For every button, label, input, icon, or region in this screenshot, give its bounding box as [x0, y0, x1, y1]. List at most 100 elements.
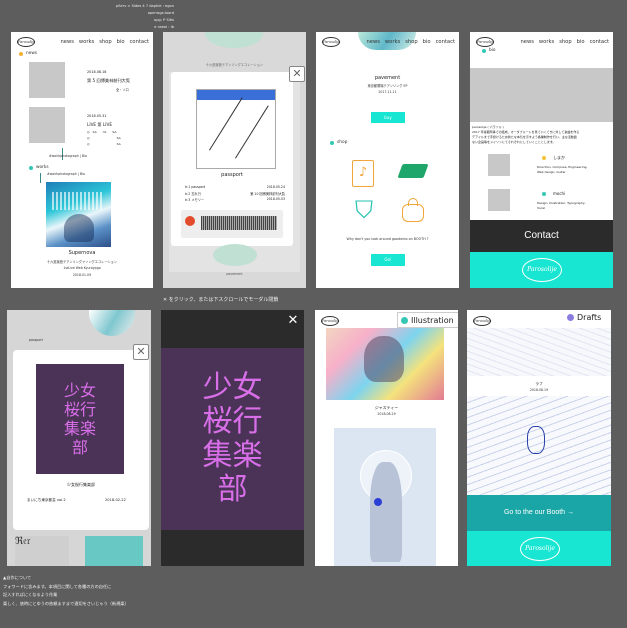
note-line: フォワードに含みます。本項目に関して各種の方の自任に [3, 583, 112, 589]
news-sub: 全・ソロ [116, 88, 129, 92]
screen-album-modal: 十六進楽音テアンリングエコレーション passport tr.1 passpor… [163, 32, 306, 288]
nav-contact[interactable]: contact [130, 39, 149, 45]
contact-button[interactable]: Contact [470, 220, 613, 252]
bio-text: parosolije ( パラソル ) 2017 年楽都所等での結成。オーダブル… [472, 125, 611, 145]
nav: news works shop bio contact [366, 39, 455, 45]
shirt-icon[interactable]: ⛉ [352, 198, 376, 222]
news-title[interactable]: 第 5 回博美林創刊大覧 [87, 78, 130, 84]
nav-works[interactable]: works [79, 39, 94, 45]
draft-sketch [527, 426, 545, 454]
thumb-art[interactable] [85, 536, 143, 566]
footer: Parosolije [470, 252, 613, 288]
category-label: Illustration [411, 315, 454, 325]
footer-logo[interactable]: Parosolije [522, 258, 562, 282]
zine-modal: 少女桜行集楽部 少女桜行集楽部 まいにち東京都芸 vol.2 2018-02-2… [13, 350, 149, 530]
zine-cover-title: 少女桜行集楽部 [63, 381, 96, 457]
draft-1[interactable] [467, 328, 611, 376]
music-icon[interactable]: ♪ [352, 160, 374, 187]
logo[interactable]: Parosolije [476, 37, 494, 47]
draft-2[interactable] [467, 396, 611, 496]
bg-label: passport [29, 338, 43, 342]
footer-logo[interactable]: Parosolije [520, 537, 560, 561]
logo[interactable]: Parosolije [17, 37, 35, 47]
thumb-art[interactable]: ℜ𝔢𝔯 [15, 536, 69, 566]
logo[interactable]: Parosolije [322, 37, 340, 47]
nav-bio[interactable]: bio [117, 39, 125, 45]
release-subtitle: 東京都開場テアンリング EP [367, 84, 408, 88]
draft-caption: ラフ [535, 381, 543, 386]
work-cover[interactable] [46, 182, 111, 247]
shop-label: shop [337, 140, 348, 145]
screen-home: Parosolije news works shop bio contact n… [11, 32, 153, 288]
zine-date: 2018-02-22 [105, 498, 126, 502]
close-icon[interactable]: ✕ [289, 66, 305, 82]
audio-player[interactable] [181, 210, 283, 238]
nav-news[interactable]: news [366, 39, 379, 45]
nav-news[interactable]: news [60, 39, 73, 45]
zine-cover: 少女桜行集楽部 [36, 364, 124, 474]
category-tab[interactable]: Drafts [567, 313, 601, 322]
member-avatar [488, 154, 510, 176]
go-button[interactable]: Go! [371, 254, 405, 266]
bg-label: pavement [226, 272, 243, 276]
works-tag[interactable]: #woirkphotograph | Bio [47, 172, 85, 176]
nav-contact[interactable]: contact [436, 39, 455, 45]
category-label: Drafts [577, 313, 602, 322]
play-icon[interactable] [185, 216, 195, 226]
track-list: tr.1 passport 2018.05.24 tr.2 忘れ行第 10 回博美… [185, 185, 285, 203]
news-date: 2018.05.31 [87, 114, 107, 118]
meta-line: pServ > Sides 4 7 daphie : egon [115, 4, 174, 8]
booth-button[interactable]: Go to the our Booth → [467, 495, 611, 531]
book-icon[interactable] [397, 164, 429, 178]
news-tag[interactable]: #woirkphotograph | Bio [49, 154, 87, 158]
header: Parosolije news works shop bio contact [316, 32, 459, 49]
nav-bio[interactable]: bio [577, 39, 585, 45]
bio-image [470, 68, 613, 122]
close-icon[interactable]: ✕ [133, 344, 149, 360]
nav-shop[interactable]: shop [405, 39, 417, 45]
cover-line [209, 97, 243, 151]
nav-shop[interactable]: shop [559, 39, 571, 45]
logo[interactable]: Parosolije [321, 316, 339, 326]
meta-line: e nseoi : Ib [154, 25, 174, 29]
news-row: ◎ SA [87, 136, 121, 140]
illustration-title: ジャスティー [374, 405, 399, 410]
draft-date: 2018.08.19 [529, 388, 549, 392]
nav-works[interactable]: works [385, 39, 400, 45]
nav-bio[interactable]: bio [423, 39, 431, 45]
illustration-2[interactable] [334, 428, 436, 566]
category-tab[interactable]: Illustration [397, 312, 458, 328]
footer: Parosolije [467, 531, 611, 566]
member-avatar [488, 189, 510, 211]
illustration-figure [364, 336, 404, 382]
screen-illustration: Parosolije Illustration ジャスティー 2018.08.2… [315, 310, 458, 566]
waveform[interactable] [201, 216, 277, 230]
news-row: ◎ SA [87, 142, 121, 146]
nav-works[interactable]: works [539, 39, 554, 45]
nav-contact[interactable]: contact [590, 39, 609, 45]
close-icon[interactable]: ✕ [286, 314, 300, 328]
logo[interactable]: Parosolije [473, 316, 491, 326]
news-thumb[interactable] [29, 62, 65, 98]
news-title[interactable]: LIVE 第 LIVE [87, 122, 112, 128]
work-subtitle: 十六進楽音テアンリングァソングエコレーション [47, 260, 117, 264]
nav-shop[interactable]: shop [99, 39, 111, 45]
news-dot-icon [19, 51, 23, 56]
note-line: ▲自作について [3, 575, 32, 580]
track-date: 2018.05.03 [266, 197, 285, 201]
news-thumb[interactable] [29, 107, 65, 143]
bag-icon[interactable] [402, 198, 424, 222]
nav-news[interactable]: news [520, 39, 533, 45]
bio-heading: bio [482, 48, 496, 53]
works-dot-icon [29, 165, 33, 170]
works-label: works [36, 165, 49, 170]
album-cover [196, 89, 276, 169]
zine-kanji: 少女桜行集楽部 [202, 370, 263, 507]
work-date: 2018.01.09 [72, 273, 92, 277]
header: Parosolije news works shop bio contact [11, 32, 153, 49]
buy-button[interactable]: buy [371, 112, 405, 123]
illustration-1[interactable] [326, 328, 444, 400]
track-row[interactable]: tr.3 メモリー 2018.05.03 [185, 197, 285, 203]
notes: ▲自作について フォワードに含みます。本項目に関して各種の方の自任に 記入すれば… [3, 574, 129, 608]
cover-line [235, 105, 269, 159]
